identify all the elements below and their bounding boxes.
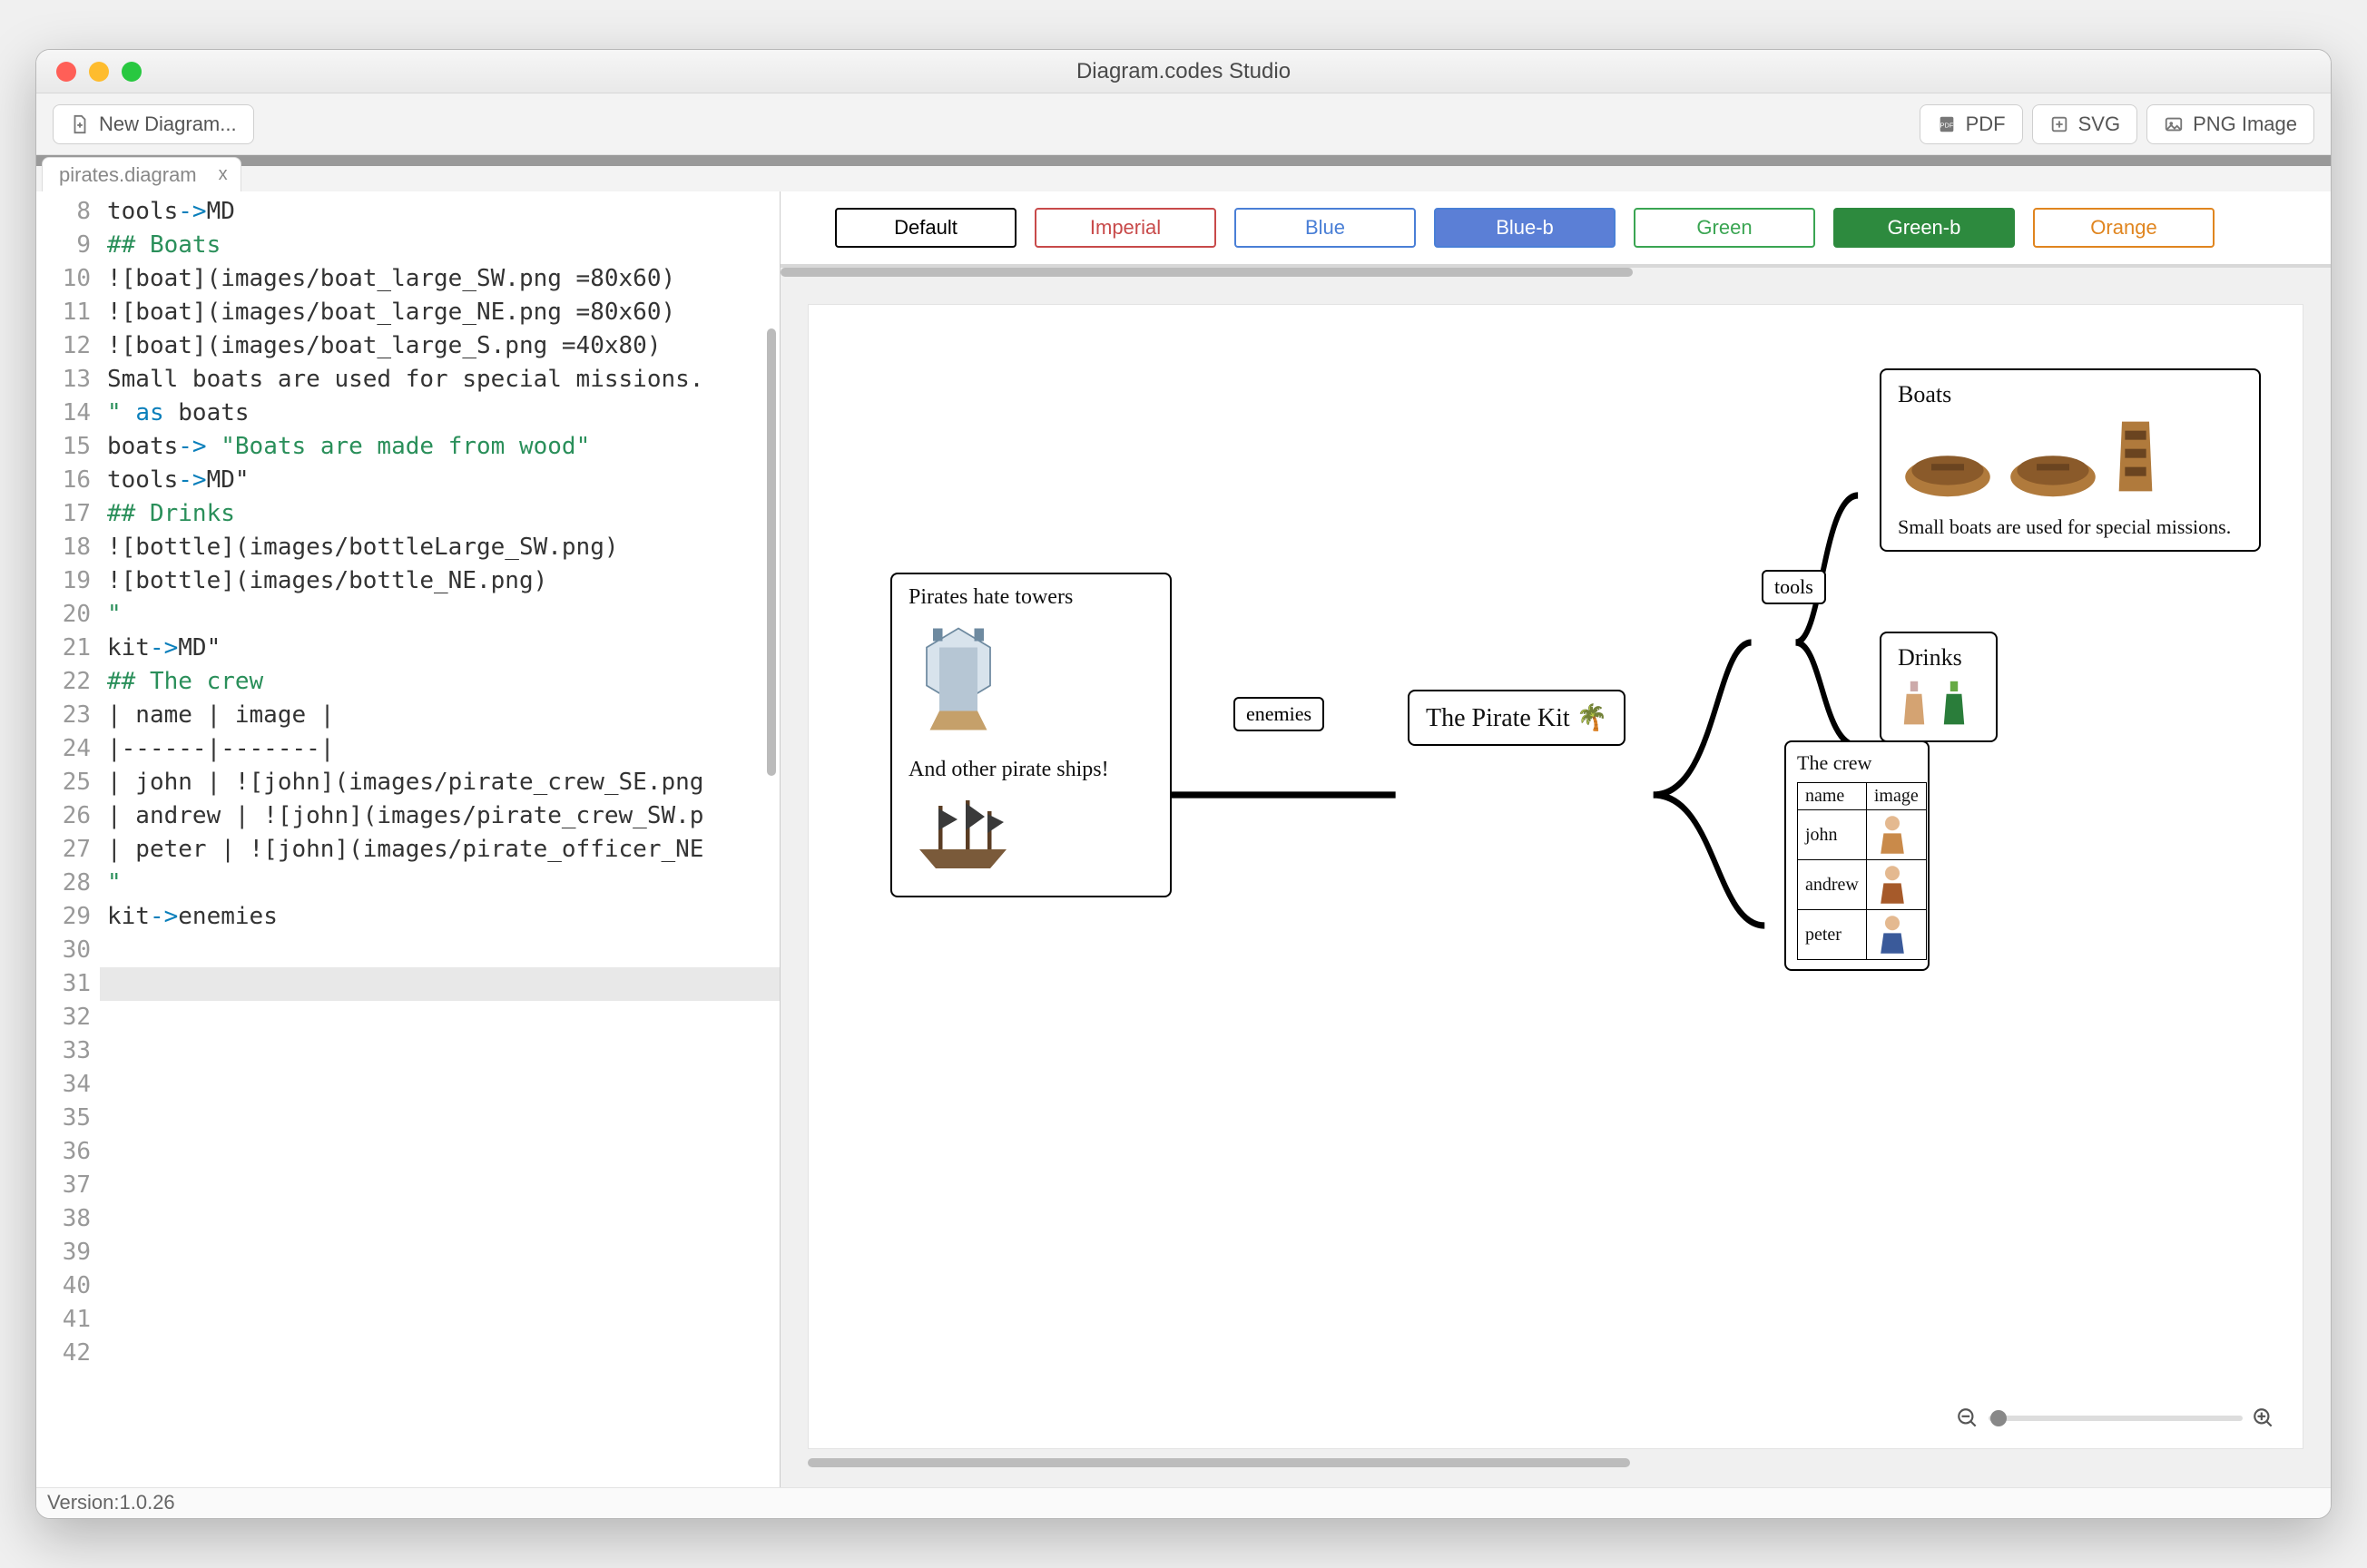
node-enemies-subtitle: And other pirate ships! bbox=[908, 758, 1154, 782]
zoom-in-icon[interactable] bbox=[2252, 1406, 2275, 1430]
node-root[interactable]: The Pirate Kit 🌴 bbox=[1408, 690, 1625, 746]
version-label: Version:1.0.26 bbox=[47, 1491, 175, 1514]
toolbar: New Diagram... PDF PDF SVG PNG Image bbox=[36, 93, 2331, 155]
pirate-icon bbox=[1874, 813, 1910, 857]
ship-icon bbox=[908, 788, 1017, 878]
code-editor[interactable]: 8910111213141516171819202122232425262728… bbox=[36, 191, 781, 1487]
crew-col-image: image bbox=[1866, 783, 1926, 810]
theme-greenb-button[interactable]: Green-b bbox=[1833, 208, 2015, 248]
window-controls bbox=[56, 62, 142, 82]
tab-pirates-diagram[interactable]: pirates.diagram x bbox=[42, 157, 241, 191]
canvas-wrap: Pirates hate towers And other pirate shi… bbox=[781, 268, 2331, 1487]
theme-default-button[interactable]: Default bbox=[835, 208, 1017, 248]
new-diagram-button[interactable]: New Diagram... bbox=[53, 104, 254, 144]
pirate-icon bbox=[1874, 913, 1910, 956]
svg-text:PDF: PDF bbox=[1940, 121, 1953, 129]
node-boats-caption: Small boats are used for special mission… bbox=[1898, 515, 2243, 539]
crew-col-name: name bbox=[1798, 783, 1867, 810]
titlebar: Diagram.codes Studio bbox=[36, 50, 2331, 93]
node-drinks-title: Drinks bbox=[1898, 644, 1979, 671]
theme-green-button[interactable]: Green bbox=[1634, 208, 1815, 248]
theme-blueb-button[interactable]: Blue-b bbox=[1434, 208, 1616, 248]
export-buttons: PDF PDF SVG PNG Image bbox=[1920, 104, 2314, 144]
zoom-slider[interactable] bbox=[1989, 1416, 2243, 1421]
export-pdf-button[interactable]: PDF PDF bbox=[1920, 104, 2023, 144]
svg-icon bbox=[2049, 114, 2069, 134]
boat-icon bbox=[2108, 416, 2163, 506]
table-row: peter bbox=[1798, 910, 1927, 960]
new-diagram-label: New Diagram... bbox=[99, 113, 237, 136]
theme-selector: Default Imperial Blue Blue-b Green Green-b Ora… bbox=[781, 191, 2331, 268]
node-enemies[interactable]: Pirates hate towers And other pirate shi… bbox=[890, 573, 1172, 897]
node-enemies-title: Pirates hate towers bbox=[908, 585, 1154, 610]
zoom-controls bbox=[1947, 1401, 2284, 1436]
image-icon bbox=[2164, 114, 2184, 134]
edge-label-tools: tools bbox=[1762, 570, 1826, 604]
pirate-icon bbox=[1874, 863, 1910, 906]
canvas-scrollbar[interactable] bbox=[808, 1456, 2303, 1469]
export-pdf-label: PDF bbox=[1966, 113, 2006, 136]
theme-blue-button[interactable]: Blue bbox=[1234, 208, 1416, 248]
pdf-icon: PDF bbox=[1937, 114, 1957, 134]
root-label: The Pirate Kit 🌴 bbox=[1426, 704, 1607, 732]
tab-label: pirates.diagram bbox=[59, 163, 197, 187]
close-window-icon[interactable] bbox=[56, 62, 76, 82]
table-row: john bbox=[1798, 810, 1927, 860]
preview-pane: Default Imperial Blue Blue-b Green Green-b Ora… bbox=[781, 191, 2331, 1487]
export-svg-label: SVG bbox=[2078, 113, 2120, 136]
tower-icon bbox=[908, 619, 1008, 746]
window-title: Diagram.codes Studio bbox=[36, 59, 2331, 84]
minimize-window-icon[interactable] bbox=[89, 62, 109, 82]
zoom-out-icon[interactable] bbox=[1956, 1406, 1979, 1430]
edge-label-enemies: enemies bbox=[1233, 697, 1324, 731]
theme-imperial-button[interactable]: Imperial bbox=[1035, 208, 1216, 248]
tab-close-icon[interactable]: x bbox=[219, 164, 228, 185]
export-png-button[interactable]: PNG Image bbox=[2146, 104, 2314, 144]
app-window: Diagram.codes Studio New Diagram... PDF … bbox=[35, 49, 2332, 1519]
node-crew-title: The crew bbox=[1797, 751, 1917, 775]
editor-gutter: 8910111213141516171819202122232425262728… bbox=[36, 191, 100, 1487]
node-drinks[interactable]: Drinks bbox=[1880, 632, 1998, 742]
node-crew[interactable]: The crew name image john bbox=[1784, 740, 1930, 971]
node-boats-title: Boats bbox=[1898, 381, 2243, 408]
new-file-icon bbox=[70, 114, 90, 134]
diagram-canvas[interactable]: Pirates hate towers And other pirate shi… bbox=[808, 304, 2303, 1449]
tabstrip: pirates.diagram x bbox=[36, 155, 2331, 191]
bottle-icon bbox=[1898, 679, 1930, 730]
maximize-window-icon[interactable] bbox=[122, 62, 142, 82]
export-png-label: PNG Image bbox=[2193, 113, 2297, 136]
boat-icon bbox=[1898, 441, 1998, 506]
bottle-icon bbox=[1938, 679, 1970, 730]
content-area: 8910111213141516171819202122232425262728… bbox=[36, 191, 2331, 1487]
export-svg-button[interactable]: SVG bbox=[2032, 104, 2137, 144]
editor-code[interactable]: tools->MD## Boats![boat](images/boat_lar… bbox=[100, 191, 780, 1487]
node-boats[interactable]: Boats Small boats are used for special m… bbox=[1880, 368, 2261, 552]
table-row: andrew bbox=[1798, 860, 1927, 910]
boat-icon bbox=[2003, 441, 2103, 506]
crew-table: name image john andrew bbox=[1797, 782, 1927, 960]
theme-orange-button[interactable]: Orange bbox=[2033, 208, 2215, 248]
statusbar: Version:1.0.26 bbox=[36, 1487, 2331, 1518]
